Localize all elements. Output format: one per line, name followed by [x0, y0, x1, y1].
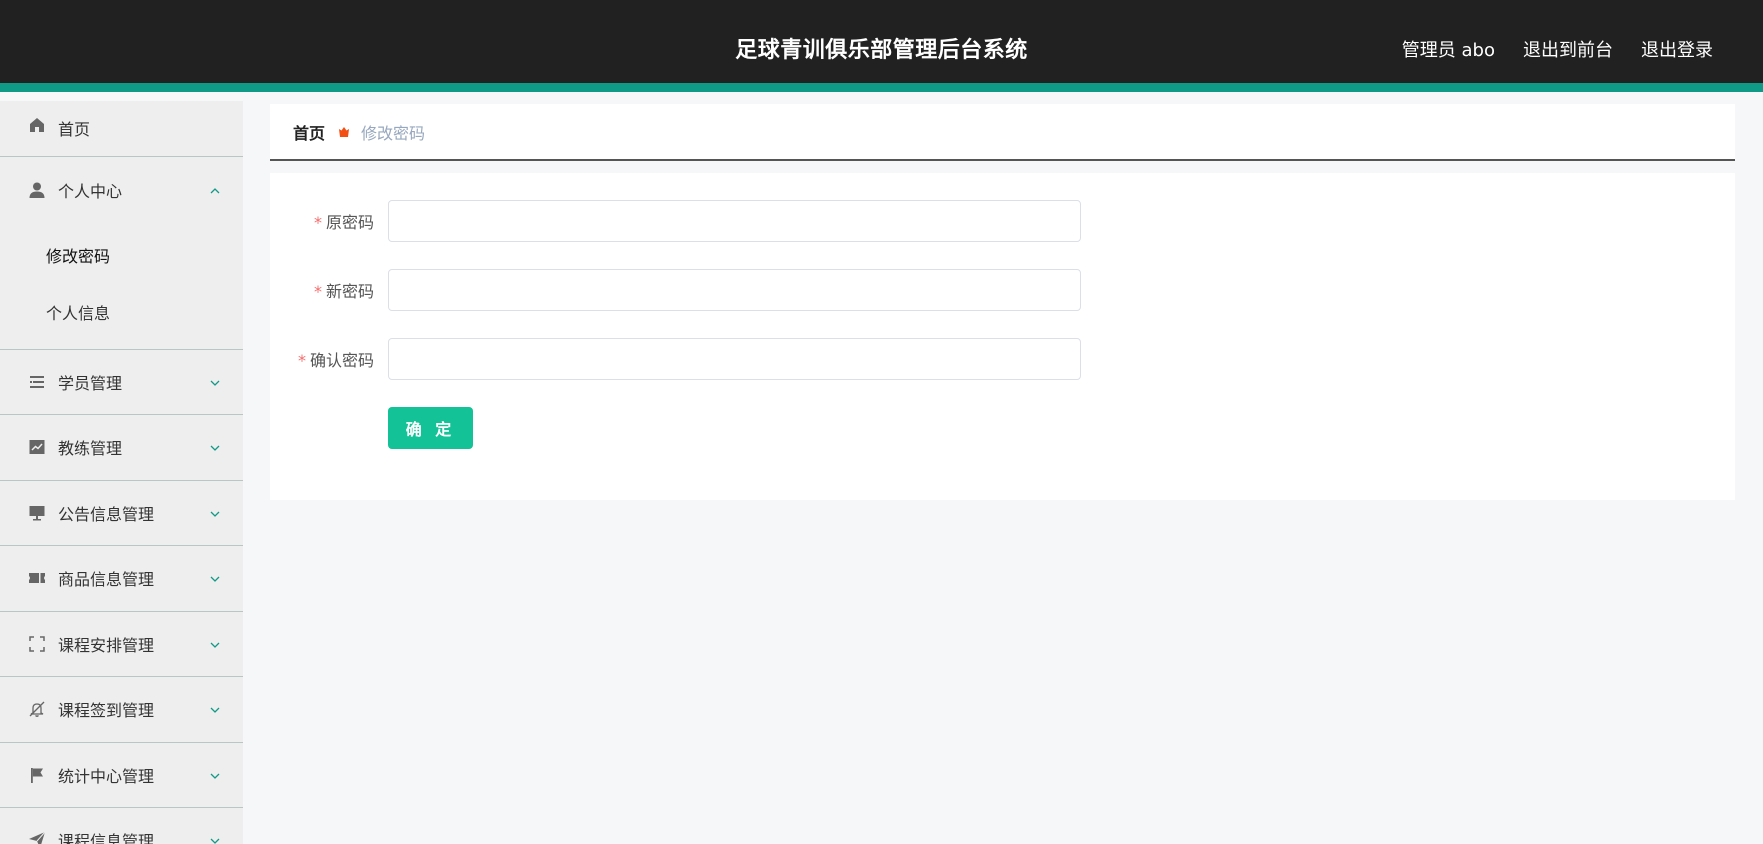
sidebar-item-label: 课程安排管理 [58, 635, 155, 655]
required-mark: * [313, 282, 322, 301]
sidebar-item-label: 统计中心管理 [58, 766, 155, 786]
breadcrumb-current: 修改密码 [361, 123, 426, 143]
sidebar-item-label: 学员管理 [58, 373, 123, 393]
old-password-row: * 原密码 [270, 200, 1081, 242]
sidebar-item-checkin[interactable]: 课程签到管理 [0, 677, 243, 743]
bucket-icon [337, 125, 351, 139]
chevron-down-icon [209, 439, 221, 452]
flag-icon [28, 766, 46, 784]
current-user: 管理员 abo [1401, 40, 1495, 61]
chevron-up-icon [209, 182, 221, 194]
sidebar-item-label: 首页 [58, 120, 91, 139]
sidebar-item-home[interactable]: 首页 [0, 101, 243, 157]
chart-icon [28, 438, 46, 456]
confirm-password-label: * 确认密码 [297, 351, 374, 370]
sidebar-item-schedule[interactable]: 课程安排管理 [0, 612, 243, 677]
sidebar-subitem-personal-info[interactable]: 个人信息 [0, 284, 243, 341]
sidebar-item-personal-center[interactable]: 个人中心 [0, 157, 243, 223]
confirm-password-input[interactable] [388, 338, 1081, 380]
chevron-down-icon [209, 701, 221, 714]
home-icon [28, 116, 46, 134]
sidebar-item-courses[interactable]: 课程信息管理 [0, 808, 243, 844]
sidebar-item-products[interactable]: 商品信息管理 [0, 546, 243, 612]
sidebar-item-statistics[interactable]: 统计中心管理 [0, 743, 243, 808]
breadcrumb: 首页 修改密码 [270, 104, 1735, 161]
chevron-down-icon [209, 570, 221, 583]
old-password-input[interactable] [388, 200, 1081, 242]
top-header: 足球青训俱乐部管理后台系统 管理员 abo 退出到前台 退出登录 [0, 0, 1763, 92]
chevron-down-icon [209, 636, 221, 648]
breadcrumb-home[interactable]: 首页 [293, 120, 325, 144]
send-icon [28, 831, 46, 844]
chevron-down-icon [209, 767, 221, 779]
monitor-icon [28, 504, 46, 522]
sidebar-item-label: 公告信息管理 [58, 504, 155, 524]
logout-link[interactable]: 退出登录 [1641, 36, 1713, 62]
list-icon [28, 373, 46, 391]
change-password-form: * 原密码 * 新密码 * 确认密码 确 定 [270, 173, 1735, 500]
required-mark: * [313, 213, 322, 232]
sidebar-item-coaches[interactable]: 教练管理 [0, 415, 243, 481]
confirm-password-row: * 确认密码 [270, 338, 1081, 380]
fullscreen-icon [28, 635, 46, 653]
new-password-label: * 新密码 [313, 282, 374, 301]
sidebar-item-announcements[interactable]: 公告信息管理 [0, 481, 243, 546]
personal-center-submenu: 修改密码 个人信息 [0, 223, 243, 350]
old-password-label: * 原密码 [313, 213, 374, 232]
chevron-down-icon [209, 374, 221, 386]
ticket-icon [28, 569, 46, 587]
chevron-down-icon [209, 505, 221, 517]
chevron-down-icon [209, 832, 221, 844]
sidebar-subitem-change-password[interactable]: 修改密码 [0, 227, 243, 284]
sidebar-item-label: 商品信息管理 [58, 570, 155, 590]
header-actions: 管理员 abo 退出到前台 退出登录 [1402, 36, 1713, 62]
sidebar-item-label: 教练管理 [58, 439, 123, 459]
user-icon [28, 181, 46, 199]
bell-off-icon [28, 700, 46, 718]
sidebar-item-label: 课程信息管理 [58, 832, 155, 844]
sidebar-item-students[interactable]: 学员管理 [0, 350, 243, 415]
sidebar: 首页 个人中心 修改密码 个人信息 学员管理 教练管理 公告信息管理 商品信息管… [0, 101, 243, 844]
sidebar-item-label: 课程签到管理 [58, 701, 155, 721]
exit-to-front-link[interactable]: 退出到前台 [1523, 36, 1613, 62]
sidebar-item-label: 个人中心 [58, 181, 123, 201]
required-mark: * [297, 351, 306, 370]
new-password-row: * 新密码 [270, 269, 1081, 311]
new-password-input[interactable] [388, 269, 1081, 311]
confirm-button[interactable]: 确 定 [388, 407, 473, 449]
